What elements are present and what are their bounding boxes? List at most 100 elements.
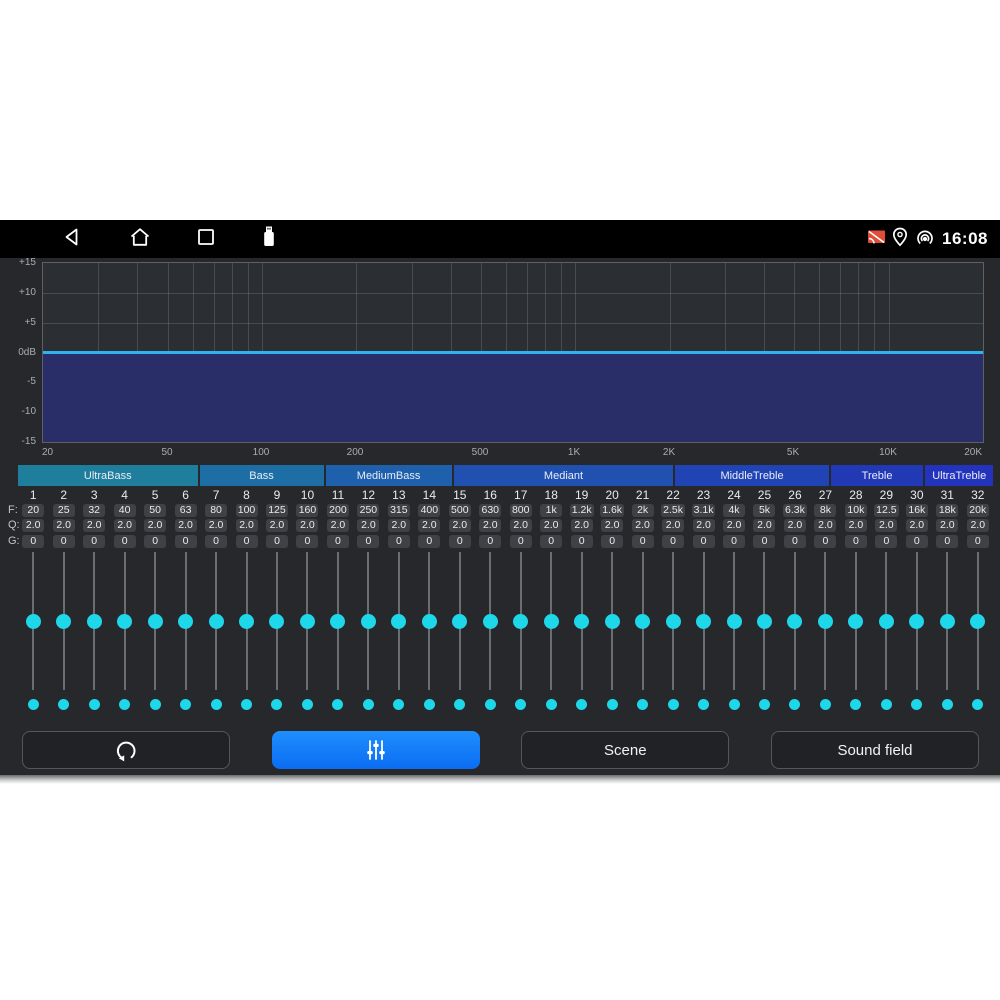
q-value-ch28[interactable]: 2.0 bbox=[845, 519, 867, 532]
frequency-value-ch6[interactable]: 63 bbox=[175, 504, 197, 517]
frequency-value-ch19[interactable]: 1.2k bbox=[570, 504, 594, 517]
q-value-ch8[interactable]: 2.0 bbox=[236, 519, 258, 532]
gain-value-ch32[interactable]: 0 bbox=[967, 535, 989, 548]
slider-knob[interactable] bbox=[635, 614, 650, 629]
q-value-ch24[interactable]: 2.0 bbox=[723, 519, 745, 532]
slider-knob[interactable] bbox=[727, 614, 742, 629]
band-segment-middletreble[interactable]: MiddleTreble bbox=[675, 465, 828, 486]
q-value-ch29[interactable]: 2.0 bbox=[875, 519, 897, 532]
back-button[interactable] bbox=[60, 227, 86, 251]
frequency-value-ch9[interactable]: 125 bbox=[266, 504, 288, 517]
gain-value-ch16[interactable]: 0 bbox=[479, 535, 501, 548]
gain-slider-ch8[interactable] bbox=[231, 552, 261, 690]
gain-value-ch1[interactable]: 0 bbox=[22, 535, 44, 548]
q-value-ch23[interactable]: 2.0 bbox=[693, 519, 715, 532]
gain-value-ch10[interactable]: 0 bbox=[296, 535, 318, 548]
q-value-ch22[interactable]: 2.0 bbox=[662, 519, 684, 532]
gain-value-ch21[interactable]: 0 bbox=[632, 535, 654, 548]
q-value-ch26[interactable]: 2.0 bbox=[784, 519, 806, 532]
slider-knob[interactable] bbox=[787, 614, 802, 629]
slider-knob[interactable] bbox=[178, 614, 193, 629]
gain-slider-ch5[interactable] bbox=[140, 552, 170, 690]
gain-value-ch7[interactable]: 0 bbox=[205, 535, 227, 548]
gain-value-ch30[interactable]: 0 bbox=[906, 535, 928, 548]
gain-value-ch31[interactable]: 0 bbox=[936, 535, 958, 548]
q-value-ch2[interactable]: 2.0 bbox=[53, 519, 75, 532]
gain-value-ch12[interactable]: 0 bbox=[357, 535, 379, 548]
gain-slider-ch3[interactable] bbox=[79, 552, 109, 690]
gain-value-ch13[interactable]: 0 bbox=[388, 535, 410, 548]
gain-slider-ch26[interactable] bbox=[780, 552, 810, 690]
gain-slider-ch13[interactable] bbox=[384, 552, 414, 690]
gain-slider-ch17[interactable] bbox=[506, 552, 536, 690]
frequency-value-ch16[interactable]: 630 bbox=[479, 504, 501, 517]
gain-value-ch24[interactable]: 0 bbox=[723, 535, 745, 548]
q-value-ch13[interactable]: 2.0 bbox=[388, 519, 410, 532]
q-value-ch3[interactable]: 2.0 bbox=[83, 519, 105, 532]
sound-field-button[interactable]: Sound field bbox=[771, 731, 979, 769]
q-value-ch5[interactable]: 2.0 bbox=[144, 519, 166, 532]
gain-value-ch4[interactable]: 0 bbox=[114, 535, 136, 548]
q-value-ch16[interactable]: 2.0 bbox=[479, 519, 501, 532]
band-segment-ultrabass[interactable]: UltraBass bbox=[18, 465, 198, 486]
gain-value-ch22[interactable]: 0 bbox=[662, 535, 684, 548]
gain-value-ch3[interactable]: 0 bbox=[83, 535, 105, 548]
slider-knob[interactable] bbox=[848, 614, 863, 629]
scene-button[interactable]: Scene bbox=[521, 731, 729, 769]
gain-slider-ch31[interactable] bbox=[932, 552, 962, 690]
frequency-value-ch2[interactable]: 25 bbox=[53, 504, 75, 517]
frequency-value-ch13[interactable]: 315 bbox=[388, 504, 410, 517]
slider-knob[interactable] bbox=[605, 614, 620, 629]
gain-value-ch14[interactable]: 0 bbox=[418, 535, 440, 548]
gain-slider-ch29[interactable] bbox=[871, 552, 901, 690]
slider-knob[interactable] bbox=[391, 614, 406, 629]
recents-button[interactable] bbox=[193, 227, 219, 251]
gain-value-ch8[interactable]: 0 bbox=[236, 535, 258, 548]
q-value-ch27[interactable]: 2.0 bbox=[814, 519, 836, 532]
q-value-ch6[interactable]: 2.0 bbox=[175, 519, 197, 532]
frequency-value-ch1[interactable]: 20 bbox=[22, 504, 44, 517]
gain-slider-ch12[interactable] bbox=[353, 552, 383, 690]
gain-value-ch20[interactable]: 0 bbox=[601, 535, 623, 548]
gain-slider-ch10[interactable] bbox=[292, 552, 322, 690]
slider-knob[interactable] bbox=[940, 614, 955, 629]
frequency-value-ch5[interactable]: 50 bbox=[144, 504, 166, 517]
slider-knob[interactable] bbox=[879, 614, 894, 629]
gain-slider-ch22[interactable] bbox=[658, 552, 688, 690]
slider-knob[interactable] bbox=[666, 614, 681, 629]
frequency-value-ch15[interactable]: 500 bbox=[449, 504, 471, 517]
q-value-ch7[interactable]: 2.0 bbox=[205, 519, 227, 532]
slider-knob[interactable] bbox=[361, 614, 376, 629]
q-value-ch15[interactable]: 2.0 bbox=[449, 519, 471, 532]
frequency-value-ch17[interactable]: 800 bbox=[510, 504, 532, 517]
slider-knob[interactable] bbox=[26, 614, 41, 629]
gain-value-ch27[interactable]: 0 bbox=[814, 535, 836, 548]
frequency-value-ch27[interactable]: 8k bbox=[814, 504, 836, 517]
frequency-value-ch11[interactable]: 200 bbox=[327, 504, 349, 517]
q-value-ch21[interactable]: 2.0 bbox=[632, 519, 654, 532]
gain-slider-ch7[interactable] bbox=[201, 552, 231, 690]
gain-slider-ch16[interactable] bbox=[475, 552, 505, 690]
q-value-ch10[interactable]: 2.0 bbox=[296, 519, 318, 532]
slider-knob[interactable] bbox=[696, 614, 711, 629]
q-value-ch30[interactable]: 2.0 bbox=[906, 519, 928, 532]
slider-knob[interactable] bbox=[909, 614, 924, 629]
slider-knob[interactable] bbox=[970, 614, 985, 629]
gain-slider-ch32[interactable] bbox=[963, 552, 993, 690]
frequency-value-ch28[interactable]: 10k bbox=[845, 504, 867, 517]
slider-knob[interactable] bbox=[209, 614, 224, 629]
band-segment-bass[interactable]: Bass bbox=[200, 465, 324, 486]
q-value-ch1[interactable]: 2.0 bbox=[22, 519, 44, 532]
gain-value-ch18[interactable]: 0 bbox=[540, 535, 562, 548]
gain-slider-ch4[interactable] bbox=[109, 552, 139, 690]
slider-knob[interactable] bbox=[574, 614, 589, 629]
q-value-ch11[interactable]: 2.0 bbox=[327, 519, 349, 532]
frequency-value-ch3[interactable]: 32 bbox=[83, 504, 105, 517]
frequency-value-ch10[interactable]: 160 bbox=[296, 504, 318, 517]
frequency-value-ch18[interactable]: 1k bbox=[540, 504, 562, 517]
slider-knob[interactable] bbox=[117, 614, 132, 629]
slider-knob[interactable] bbox=[56, 614, 71, 629]
q-value-ch31[interactable]: 2.0 bbox=[936, 519, 958, 532]
slider-knob[interactable] bbox=[422, 614, 437, 629]
q-value-ch17[interactable]: 2.0 bbox=[510, 519, 532, 532]
